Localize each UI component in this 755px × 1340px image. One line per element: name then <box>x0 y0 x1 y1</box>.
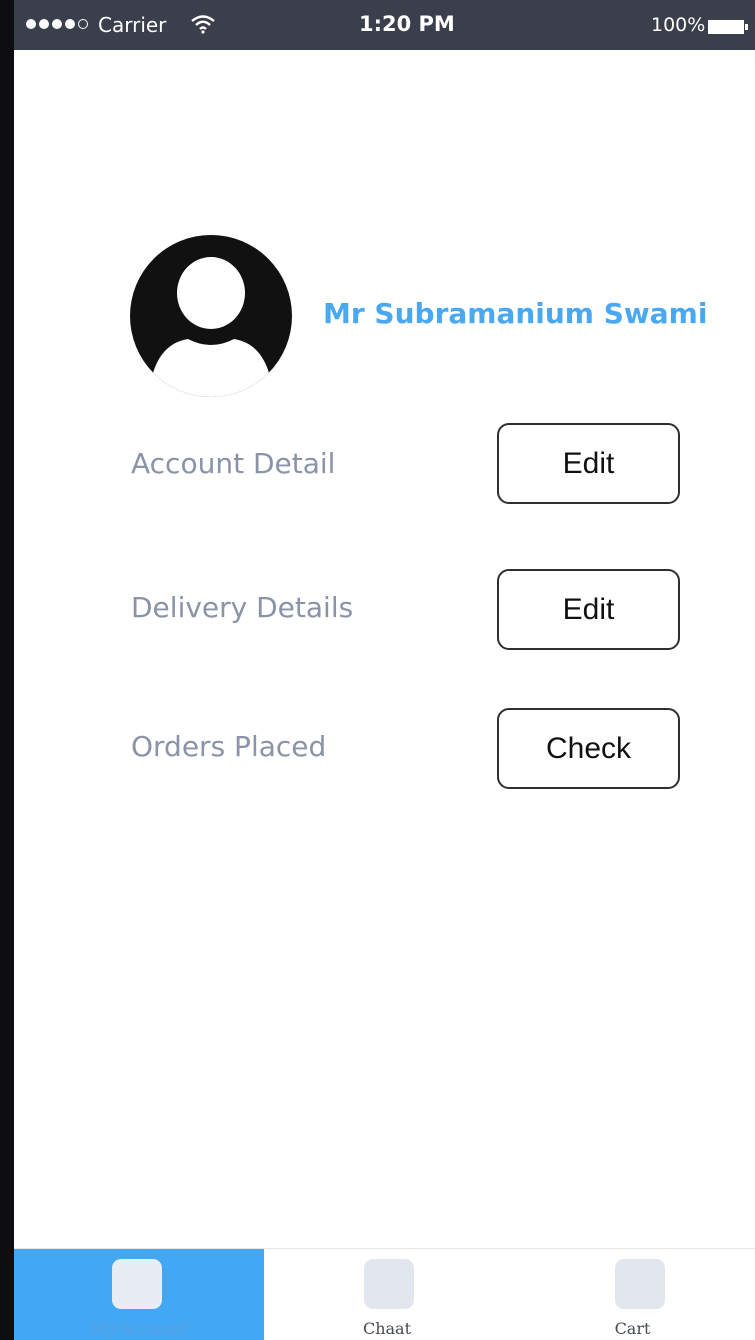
battery-icon <box>708 20 748 34</box>
wifi-icon <box>191 15 215 34</box>
orders-placed-label: Orders Placed <box>131 730 327 763</box>
user-name: Mr Subramanium Swami <box>323 297 708 330</box>
tab-chaat[interactable]: Chaat <box>264 1249 510 1340</box>
delivery-details-label: Delivery Details <box>131 591 354 624</box>
tab-placeholder-icon <box>615 1259 665 1309</box>
signal-dots-icon <box>26 19 88 29</box>
status-time: 1:20 PM <box>359 12 455 36</box>
tab-label: My Account <box>90 1319 188 1338</box>
tab-bar: My Account Chaat Cart <box>14 1248 755 1340</box>
battery-percent: 100% <box>651 14 706 36</box>
tab-label: Chaat <box>362 1319 412 1338</box>
phone-screen: Carrier 1:20 PM 100% Mr Subramanium Swam… <box>0 0 755 1340</box>
tab-label: Cart <box>614 1319 651 1338</box>
status-bar: Carrier 1:20 PM 100% <box>14 0 755 50</box>
check-orders-button[interactable]: Check <box>497 708 680 789</box>
account-detail-label: Account Detail <box>131 447 336 480</box>
user-avatar-icon <box>130 235 292 397</box>
edit-delivery-button[interactable]: Edit <box>497 569 680 650</box>
edit-account-button[interactable]: Edit <box>497 423 680 504</box>
tab-placeholder-icon <box>364 1259 414 1309</box>
tab-placeholder-icon <box>112 1259 162 1309</box>
carrier-label: Carrier <box>98 13 167 37</box>
tab-cart[interactable]: Cart <box>510 1249 755 1340</box>
tab-my-account[interactable]: My Account <box>14 1249 264 1340</box>
